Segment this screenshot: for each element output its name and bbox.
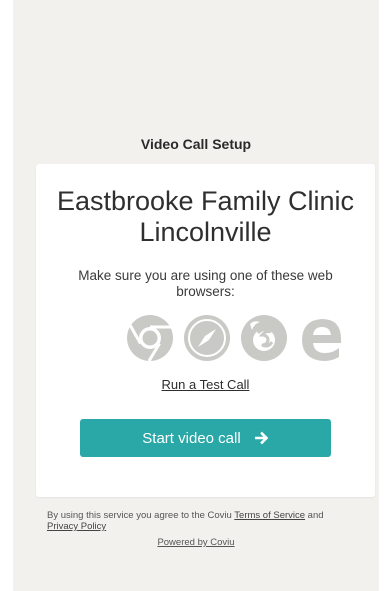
- setup-card: Eastbrooke Family Clinic Lincolnville Ma…: [36, 164, 375, 497]
- start-video-call-button[interactable]: Start video call: [80, 419, 331, 457]
- powered-by-coviu-link[interactable]: Powered by Coviu: [157, 537, 234, 548]
- chrome-icon: [127, 315, 173, 362]
- edge-icon: [302, 319, 341, 361]
- supported-browsers: [126, 314, 345, 362]
- page-title: Video Call Setup: [140, 136, 252, 152]
- privacy-policy-link[interactable]: Privacy Policy: [47, 521, 106, 532]
- safari-icon: [184, 315, 230, 361]
- terms-notice: By using this service you agree to the C…: [47, 510, 357, 532]
- terms-prefix: By using this service you agree to the C…: [47, 510, 235, 521]
- start-video-call-label: Start video call: [142, 429, 241, 447]
- terms-and: and: [305, 510, 324, 521]
- firefox-icon: [241, 315, 287, 361]
- arrow-right-icon: [254, 431, 269, 445]
- clinic-name: Eastbrooke Family Clinic Lincolnville: [56, 186, 355, 247]
- browser-message: Make sure you are using one of these web…: [78, 268, 333, 299]
- terms-of-service-link[interactable]: Terms of Service: [234, 510, 305, 521]
- run-test-call-link[interactable]: Run a Test Call: [162, 377, 250, 392]
